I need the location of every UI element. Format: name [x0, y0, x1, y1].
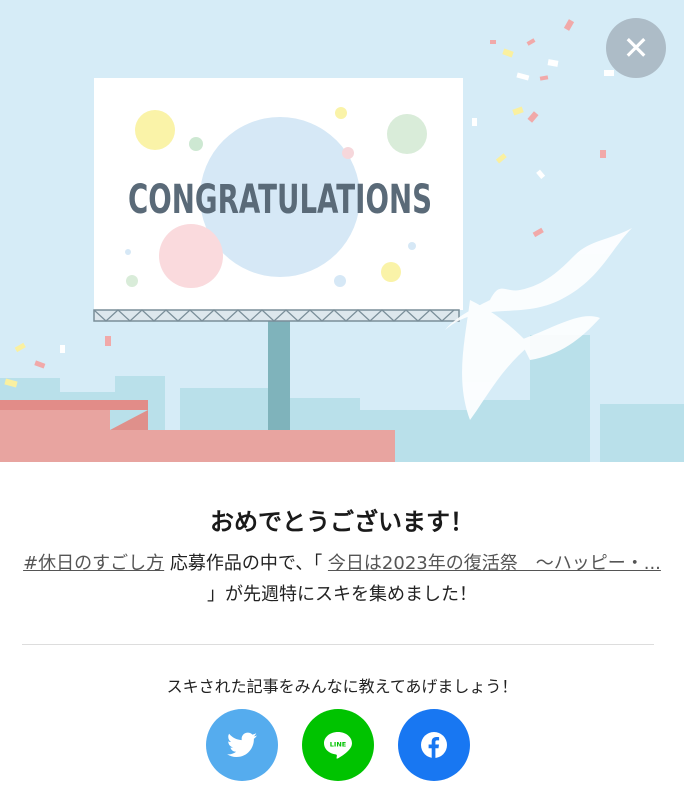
decor-circle — [126, 275, 138, 287]
share-prompt: スキされた記事をみんなに教えてあげましょう！ — [166, 677, 518, 696]
decor-circle — [408, 242, 416, 250]
twitter-bird-icon — [227, 732, 257, 757]
dialog-title: おめでとうございます！ — [210, 508, 474, 536]
award-message: #休日のすごし方 応募作品の中で、「 今日は2023年の復活祭 ～ハッピー・..… — [22, 548, 662, 610]
congratulations-illustration: CONGRATULATIONS ✕ — [0, 0, 684, 462]
decor-circle — [189, 137, 203, 151]
decor-circle — [135, 110, 175, 150]
decor-circle — [159, 224, 223, 288]
facebook-f-icon — [421, 732, 447, 758]
line-share-button[interactable]: LINE — [302, 709, 374, 781]
facebook-share-button[interactable] — [398, 709, 470, 781]
billboard-text: CONGRATULATIONS — [128, 177, 432, 223]
twitter-share-button[interactable] — [206, 709, 278, 781]
billboard-scene: CONGRATULATIONS — [0, 19, 684, 462]
decor-circle — [381, 262, 401, 282]
billboard-truss — [93, 309, 460, 322]
line-icon-label: LINE — [330, 741, 346, 749]
decor-circle — [335, 107, 347, 119]
close-icon: ✕ — [622, 29, 650, 67]
article-title-link[interactable]: 今日は2023年の復活祭 ～ハッピー・... — [328, 553, 661, 574]
line-icon: LINE — [324, 732, 352, 759]
decor-circle — [334, 275, 346, 287]
hashtag-link[interactable]: #休日のすごし方 — [23, 553, 164, 574]
message-text: 応募作品の中で、「 — [164, 553, 328, 574]
close-button[interactable]: ✕ — [606, 18, 666, 78]
decor-circle — [342, 147, 354, 159]
decor-circle — [387, 114, 427, 154]
message-text: 」が先週特にスキを集めました！ — [207, 584, 477, 605]
decor-circle — [125, 249, 131, 255]
divider — [22, 644, 654, 645]
billboard-pole — [268, 318, 290, 430]
